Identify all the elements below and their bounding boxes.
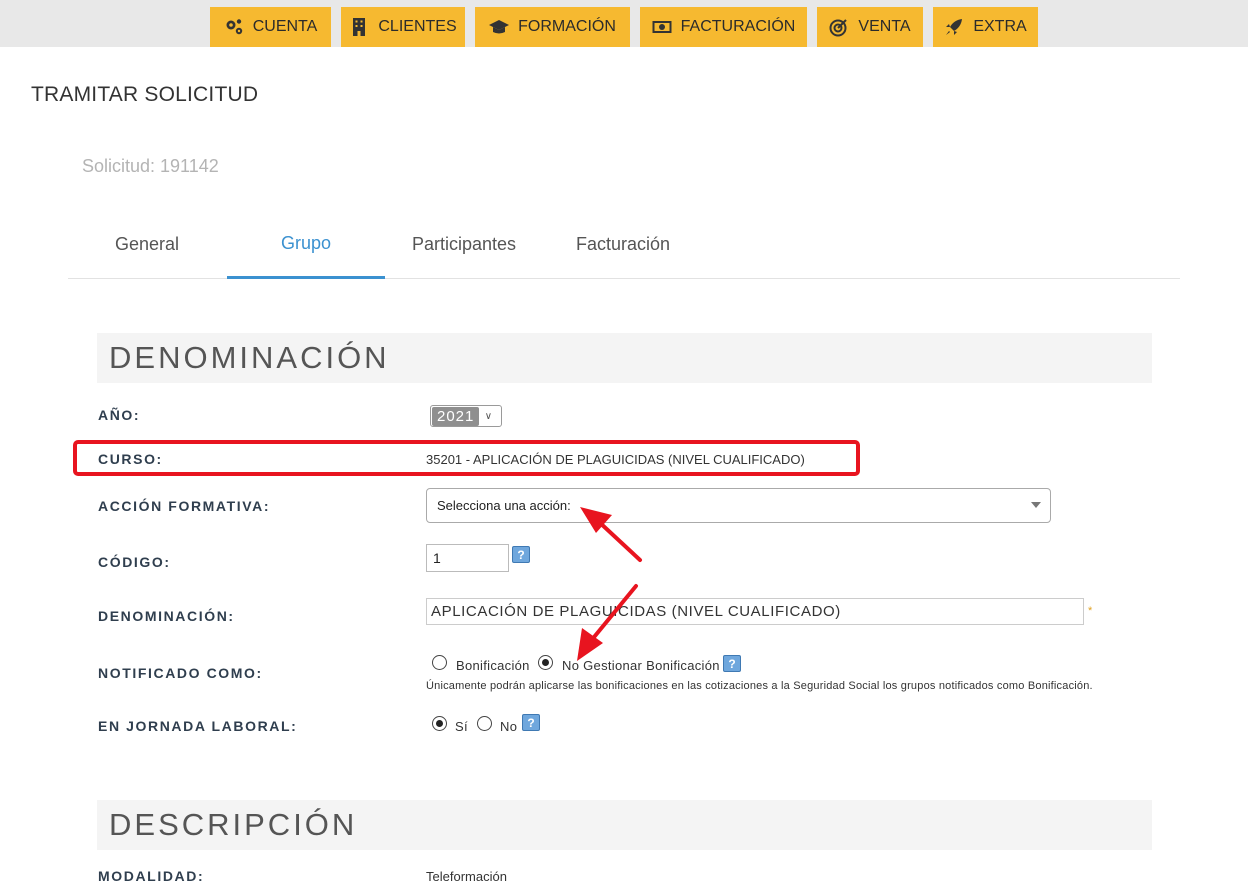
denominacion-label: DENOMINACIÓN: bbox=[98, 608, 235, 624]
solicitud-id: Solicitud: 191142 bbox=[82, 156, 219, 176]
anio-label: AÑO: bbox=[98, 407, 141, 423]
nav-formacion[interactable]: FORMACIÓN bbox=[475, 7, 630, 47]
accion-formativa-label: ACCIÓN FORMATIVA: bbox=[98, 498, 271, 514]
caret-down-icon bbox=[1031, 502, 1041, 508]
required-mark: * bbox=[1088, 605, 1093, 617]
nav-clientes[interactable]: CLIENTES bbox=[341, 7, 465, 47]
banknote-icon bbox=[652, 21, 672, 33]
nav-venta[interactable]: VENTA bbox=[817, 7, 923, 47]
year-select[interactable]: 2021 ∨ bbox=[430, 405, 502, 427]
nav-cuenta-label: CUENTA bbox=[252, 18, 318, 35]
radio-no-gestionar-label: No Gestionar Bonificación bbox=[562, 658, 720, 673]
help-icon-jornada[interactable]: ? bbox=[522, 714, 540, 731]
notificado-label: NOTIFICADO COMO: bbox=[98, 665, 263, 681]
section-heading-denominacion: DENOMINACIÓN bbox=[97, 333, 1152, 383]
section-heading-descripcion: DESCRIPCIÓN bbox=[97, 800, 1152, 850]
radio-jornada-si-label: Sí bbox=[455, 719, 468, 734]
nav-facturacion-label: FACTURACIÓN bbox=[680, 18, 796, 35]
tab-participantes[interactable]: Participantes bbox=[385, 210, 543, 279]
nav-extra[interactable]: EXTRA bbox=[933, 7, 1038, 47]
accion-formativa-select[interactable]: Selecciona una acción: bbox=[426, 488, 1051, 523]
nav-clientes-label: CLIENTES bbox=[378, 18, 457, 35]
chevron-down-icon: ∨ bbox=[484, 410, 493, 422]
tab-facturacion[interactable]: Facturación bbox=[544, 210, 702, 279]
nav-facturacion[interactable]: FACTURACIÓN bbox=[640, 7, 807, 47]
year-select-value: 2021 bbox=[432, 406, 480, 426]
curso-label: CURSO: bbox=[98, 451, 163, 467]
accion-formativa-value: Selecciona una acción: bbox=[437, 498, 571, 513]
radio-bonificacion[interactable] bbox=[432, 655, 447, 670]
radio-jornada-si[interactable] bbox=[432, 716, 447, 731]
help-icon-codigo[interactable]: ? bbox=[512, 546, 530, 563]
denominacion-input[interactable] bbox=[426, 598, 1084, 625]
notificado-note: Únicamente podrán aplicarse las bonifica… bbox=[426, 680, 1093, 692]
nav-formacion-label: FORMACIÓN bbox=[518, 18, 616, 35]
nav-cuenta[interactable]: CUENTA bbox=[210, 7, 331, 47]
tab-bar: General Grupo Participantes Facturación bbox=[68, 210, 1180, 279]
help-icon-notificado[interactable]: ? bbox=[723, 655, 741, 672]
nav-extra-label: EXTRA bbox=[973, 18, 1027, 35]
gears-icon bbox=[226, 19, 242, 35]
tab-grupo[interactable]: Grupo bbox=[227, 210, 385, 279]
building-icon bbox=[353, 18, 366, 36]
codigo-label: CÓDIGO: bbox=[98, 554, 171, 570]
modalidad-value: Teleformación bbox=[426, 869, 507, 884]
rocket-icon bbox=[946, 19, 963, 35]
radio-bonificacion-label: Bonificación bbox=[456, 658, 530, 673]
page-title: TRAMITAR SOLICITUD bbox=[31, 83, 259, 106]
codigo-input[interactable] bbox=[426, 544, 509, 572]
radio-jornada-no[interactable] bbox=[477, 716, 492, 731]
curso-value: 35201 - APLICACIÓN DE PLAGUICIDAS (NIVEL… bbox=[426, 452, 805, 467]
nav-venta-label: VENTA bbox=[858, 18, 911, 35]
tab-general[interactable]: General bbox=[68, 210, 226, 279]
top-navigation: CUENTA CLIENTES FORMACIÓN FACTURACIÓN VE… bbox=[0, 0, 1248, 47]
graduation-cap-icon bbox=[489, 20, 510, 34]
radio-jornada-no-label: No bbox=[500, 719, 518, 734]
radio-no-gestionar[interactable] bbox=[538, 655, 553, 670]
jornada-label: EN JORNADA LABORAL: bbox=[98, 718, 298, 734]
target-icon bbox=[829, 19, 848, 37]
modalidad-label: MODALIDAD: bbox=[98, 868, 205, 884]
